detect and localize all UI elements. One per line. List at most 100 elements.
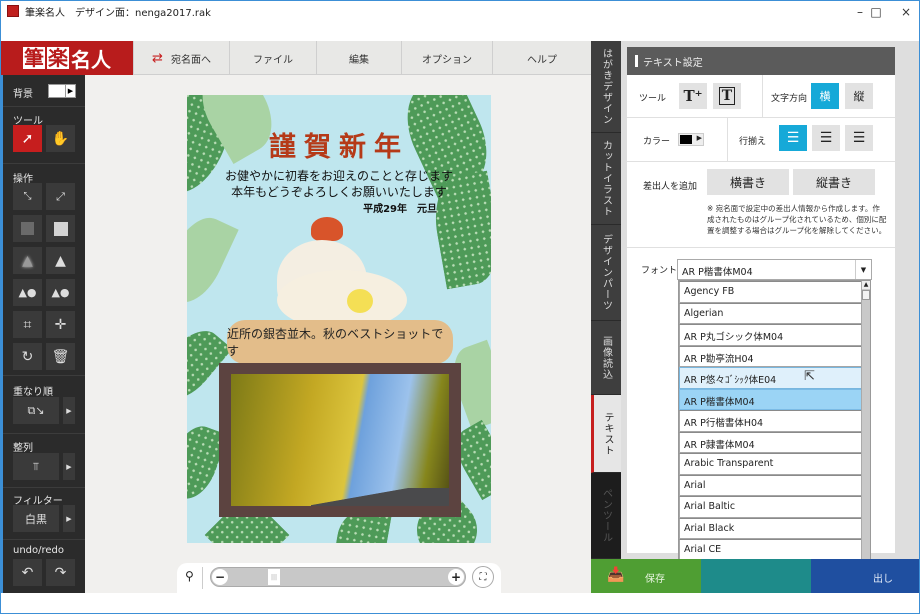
message-line-2[interactable]: 本年もどうぞよろしくお願いいたします	[187, 183, 491, 200]
output-button[interactable]: 出し	[811, 559, 919, 593]
vertical-direction-button[interactable]: 縦	[845, 83, 873, 109]
greeting-text[interactable]: 謹賀新年	[187, 125, 491, 164]
rotate-icon: ↻	[21, 348, 34, 365]
order-button[interactable]: ⧉↘	[13, 397, 59, 424]
sender-vertical-button[interactable]: 縦書き	[793, 169, 875, 195]
align-center-button[interactable]: ☰	[812, 125, 840, 151]
tab-image-import[interactable]: 画像読込	[591, 321, 621, 395]
filter-button[interactable]: 白黒	[13, 505, 59, 532]
font-option[interactable]: AR P丸ゴシック体M04	[679, 324, 862, 346]
menu-file[interactable]: ファイル	[229, 41, 316, 75]
filter-dropdown[interactable]: ▶	[63, 505, 75, 532]
move-button[interactable]: ✛	[46, 311, 75, 338]
font-option[interactable]: AR P悠々ｺﾞｼｯｸ体E04	[679, 367, 862, 389]
font-select-value: AR P楷書体M04	[682, 267, 753, 278]
postcard-design[interactable]: 謹賀新年 お健やかに初春をお迎えのことと存じます 本年もどうぞよろしくお願いいた…	[187, 95, 491, 543]
align-button[interactable]: ⫪	[13, 453, 59, 480]
caption-board[interactable]: 近所の銀杏並木。秋のベストショットです	[227, 320, 453, 364]
add-text-button[interactable]: T⁺	[679, 83, 707, 109]
tab-text[interactable]: テキスト	[591, 395, 621, 473]
redo-icon: ↷	[54, 564, 67, 581]
menu-help[interactable]: ヘルプ	[492, 41, 591, 75]
zoom-in-button[interactable]: +	[448, 569, 464, 585]
layer-order-icon: ⧉↘	[27, 403, 45, 417]
group-shape-button[interactable]: ▲●	[46, 279, 75, 306]
message-line-1[interactable]: お健やかに初春をお迎えのことと存じます	[187, 167, 491, 184]
font-list-scrollbar[interactable]: ▲ ▼	[861, 281, 870, 580]
font-option[interactable]: Agency FB	[679, 281, 862, 303]
zoom-out-button[interactable]: −	[212, 569, 228, 585]
font-option[interactable]: Arial Black	[679, 517, 862, 539]
app-logo: 筆 楽 名人	[1, 41, 133, 75]
leaf-decoration	[187, 208, 239, 312]
align-left-button[interactable]: ☰	[779, 125, 807, 151]
crop-button[interactable]: ⌗	[13, 311, 42, 338]
line-align-label: 行揃え	[739, 137, 767, 147]
font-option[interactable]: Arabic Transparent	[679, 453, 862, 475]
font-option[interactable]: Arial	[679, 474, 862, 496]
tab-cut-illustration[interactable]: カットイラスト	[591, 133, 621, 225]
zoom-slider[interactable]: − ||| +	[210, 567, 466, 587]
opacity-dark-button[interactable]	[13, 215, 42, 242]
move-arrows-icon: ✛	[54, 316, 67, 333]
dark-square-icon	[21, 222, 34, 235]
font-option[interactable]: AR P楷書体M04	[679, 388, 862, 410]
font-option[interactable]: AR P行楷書体H04	[679, 410, 862, 432]
font-option[interactable]: Arial Baltic	[679, 496, 862, 518]
close-button[interactable]: ×	[889, 1, 920, 23]
font-option[interactable]: AR P勘亭流H04	[679, 345, 862, 367]
maximize-button[interactable]: □	[859, 1, 893, 23]
menu-options[interactable]: オプション	[401, 41, 492, 75]
left-toolbar: 背景 ▶ ツール ➚ ✋ 操作 ⤡ ⤢ ▲ ▲ ▲● ▲● ⌗ ✛ ↻ 🗑 重な…	[1, 75, 85, 593]
title-bar: 筆楽名人 デザイン面：nenga2017.rak – □ ×	[1, 1, 919, 41]
sender-note: ※ 宛名面で設定中の差出人情報から作成します。作成されたものはグループ化されてい…	[707, 204, 887, 235]
sender-horizontal-button[interactable]: 横書き	[707, 169, 789, 195]
chevron-down-icon: ▼	[855, 260, 871, 279]
zoom-slider-handle[interactable]: |||	[268, 569, 280, 585]
select-tool-button[interactable]: ➚	[13, 125, 42, 152]
background-color-picker[interactable]: ▶	[48, 84, 76, 98]
delete-button[interactable]: 🗑	[46, 343, 75, 370]
text-color-picker[interactable]: ▶	[678, 133, 704, 146]
sharp-button[interactable]: ▲	[46, 247, 75, 274]
tab-postcard-design[interactable]: はがきデザイン	[591, 41, 621, 133]
undo-button[interactable]: ↶	[13, 559, 42, 586]
scroll-thumb[interactable]	[862, 290, 870, 300]
hand-icon: ✋	[51, 130, 70, 147]
scroll-up-icon[interactable]: ▲	[862, 281, 870, 289]
window-title: 筆楽名人 デザイン面：nenga2017.rak	[25, 8, 211, 19]
order-dropdown[interactable]: ▶	[63, 397, 75, 424]
shadow-button[interactable]: ▲●	[13, 279, 42, 306]
horizontal-direction-button[interactable]: 横	[811, 83, 839, 109]
tab-design-parts[interactable]: デザインパーツ	[591, 225, 621, 321]
tab-pen-tool[interactable]: ペンツール	[591, 473, 621, 559]
blur-button[interactable]: ▲	[13, 247, 42, 274]
save-button[interactable]: 📥 保存	[591, 559, 701, 593]
print-button[interactable]	[701, 559, 811, 593]
magnifier-icon: ⚲	[185, 569, 194, 583]
date-text[interactable]: 平成29年 元旦	[363, 200, 437, 215]
add-sender-label: 差出人を追加	[643, 182, 698, 192]
panel-title: テキスト設定	[627, 47, 895, 75]
menu-edit[interactable]: 編集	[316, 41, 401, 75]
font-option[interactable]: Algerian	[679, 302, 862, 324]
expand-button[interactable]: ⤢	[46, 183, 75, 210]
hand-tool-button[interactable]: ✋	[46, 125, 75, 152]
menu-address-side[interactable]: ⇄ 宛名面へ	[133, 41, 229, 75]
text-box-button[interactable]: T	[713, 83, 741, 109]
rotate-button[interactable]: ↻	[13, 343, 42, 370]
fit-screen-button[interactable]: ⛶	[472, 566, 494, 588]
font-option[interactable]: Arial CE	[679, 539, 862, 561]
align-right-button[interactable]: ☰	[845, 125, 873, 151]
opacity-light-button[interactable]	[46, 215, 75, 242]
redo-button[interactable]: ↷	[46, 559, 75, 586]
font-select[interactable]: AR P楷書体M04 ▼	[677, 259, 872, 280]
align-dropdown[interactable]: ▶	[63, 453, 75, 480]
zoom-bar: ⚲ − ||| + ⛶	[177, 563, 501, 593]
align-label: 整列	[13, 443, 33, 454]
road-area	[311, 488, 449, 506]
shrink-button[interactable]: ⤡	[13, 183, 42, 210]
output-label: 出し	[873, 574, 893, 585]
photo-frame[interactable]	[219, 363, 461, 517]
font-option[interactable]: AR P隷書体M04	[679, 431, 862, 453]
